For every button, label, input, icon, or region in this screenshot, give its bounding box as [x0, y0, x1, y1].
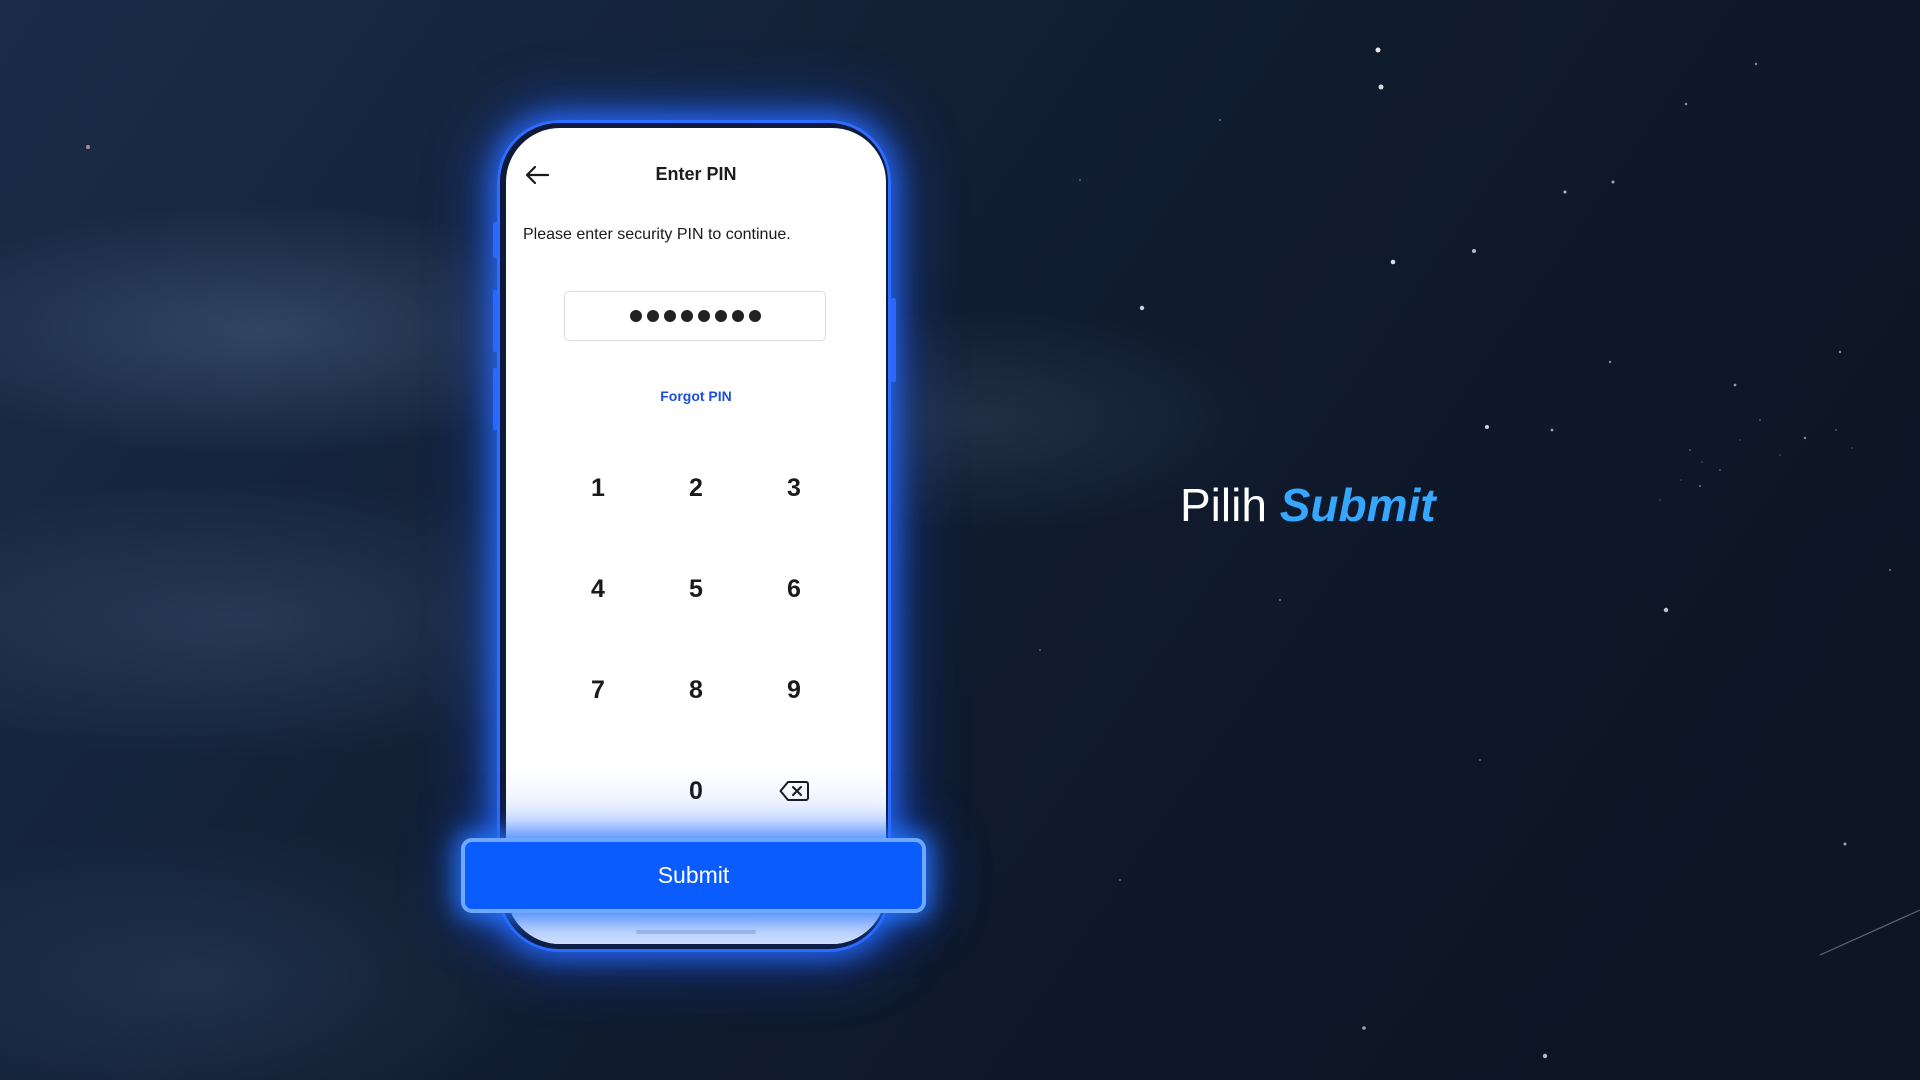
- pin-dot: [748, 310, 761, 322]
- pin-dot: [646, 310, 659, 322]
- phone-side-button: [493, 222, 498, 258]
- key-4[interactable]: 4: [558, 559, 638, 619]
- phone-side-button: [493, 368, 498, 430]
- pin-dot: [629, 310, 642, 322]
- pin-dot: [680, 310, 693, 322]
- key-7[interactable]: 7: [558, 660, 638, 720]
- phone-screen: Enter PIN Please enter security PIN to c…: [506, 128, 886, 944]
- submit-button[interactable]: Submit: [461, 838, 926, 913]
- key-5[interactable]: 5: [656, 559, 736, 619]
- backspace-icon: [779, 781, 809, 801]
- instruction-caption: Pilih Submit: [1180, 478, 1436, 532]
- caption-prefix: Pilih: [1180, 479, 1267, 531]
- instruction-text: Please enter security PIN to continue.: [523, 226, 791, 243]
- pin-input[interactable]: [564, 291, 826, 341]
- key-2[interactable]: 2: [656, 458, 736, 518]
- star-background: [0, 0, 1920, 1080]
- phone-side-button: [891, 298, 896, 382]
- caption-highlight: Submit: [1279, 479, 1436, 531]
- pin-dot: [714, 310, 727, 322]
- key-6[interactable]: 6: [754, 559, 834, 619]
- header: Enter PIN: [506, 156, 886, 196]
- home-indicator: [636, 930, 756, 934]
- phone-side-button: [493, 290, 498, 352]
- key-0[interactable]: 0: [656, 761, 736, 821]
- page-title: Enter PIN: [655, 164, 737, 184]
- pin-dot: [697, 310, 710, 322]
- key-3[interactable]: 3: [754, 458, 834, 518]
- backspace-key[interactable]: [754, 761, 834, 821]
- forgot-pin-link[interactable]: Forgot PIN: [506, 388, 886, 404]
- key-8[interactable]: 8: [656, 660, 736, 720]
- key-1[interactable]: 1: [558, 458, 638, 518]
- pin-dot: [731, 310, 744, 322]
- key-9[interactable]: 9: [754, 660, 834, 720]
- pin-dot: [663, 310, 676, 322]
